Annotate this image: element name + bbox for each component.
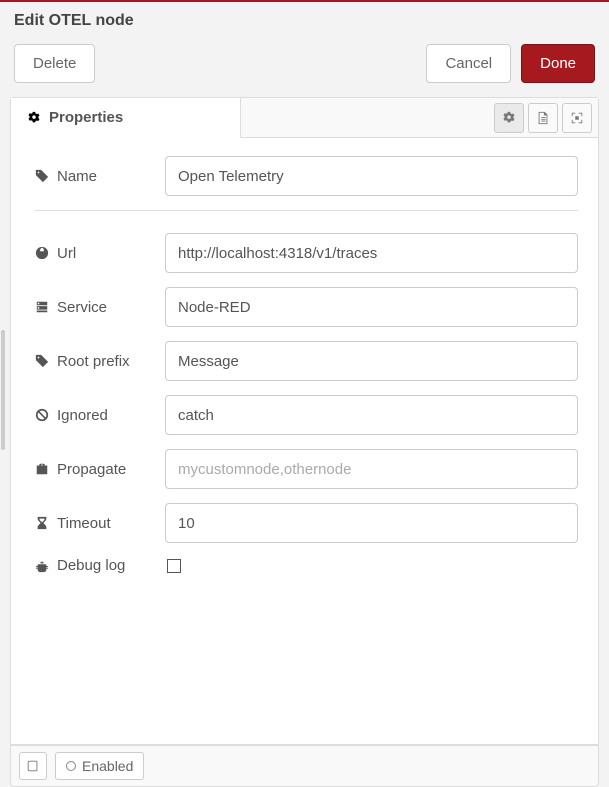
server-icon <box>35 300 49 314</box>
service-input[interactable] <box>165 287 578 327</box>
tag-icon <box>35 354 49 368</box>
file-icon <box>536 111 550 125</box>
delete-button[interactable]: Delete <box>14 44 95 83</box>
tab-properties-label: Properties <box>49 109 123 126</box>
expand-icon <box>570 111 584 125</box>
circle-icon <box>66 761 76 771</box>
appearance-button[interactable] <box>562 103 592 133</box>
propagate-input[interactable] <box>165 449 578 489</box>
scrollbar[interactable] <box>1 330 5 450</box>
enabled-toggle[interactable]: Enabled <box>55 752 144 780</box>
ignored-label: Ignored <box>35 407 165 424</box>
bug-icon <box>35 559 49 573</box>
root-prefix-label: Root prefix <box>35 353 165 370</box>
dialog-title: Edit OTEL node <box>0 2 609 36</box>
debug-log-label: Debug log <box>35 557 165 574</box>
cancel-button[interactable]: Cancel <box>426 44 511 83</box>
name-input[interactable] <box>165 156 578 196</box>
root-prefix-input[interactable] <box>165 341 578 381</box>
timeout-input[interactable] <box>165 503 578 543</box>
enabled-label: Enabled <box>82 758 133 774</box>
settings-button[interactable] <box>494 103 524 133</box>
ban-icon <box>35 408 49 422</box>
globe-icon <box>35 246 49 260</box>
hourglass-icon <box>35 516 49 530</box>
info-button[interactable] <box>19 752 47 780</box>
briefcase-icon <box>35 462 49 476</box>
gear-icon <box>27 111 41 125</box>
timeout-label: Timeout <box>35 515 165 532</box>
name-label: Name <box>35 168 165 185</box>
url-input[interactable] <box>165 233 578 273</box>
book-icon <box>26 759 40 773</box>
description-button[interactable] <box>528 103 558 133</box>
divider <box>35 210 578 211</box>
propagate-label: Propagate <box>35 461 165 478</box>
tab-properties[interactable]: Properties <box>11 98 241 138</box>
ignored-input[interactable] <box>165 395 578 435</box>
debug-log-checkbox[interactable] <box>167 559 181 573</box>
gear-icon <box>502 111 516 125</box>
service-label: Service <box>35 299 165 316</box>
url-label: Url <box>35 245 165 262</box>
tag-icon <box>35 169 49 183</box>
done-button[interactable]: Done <box>521 44 595 83</box>
